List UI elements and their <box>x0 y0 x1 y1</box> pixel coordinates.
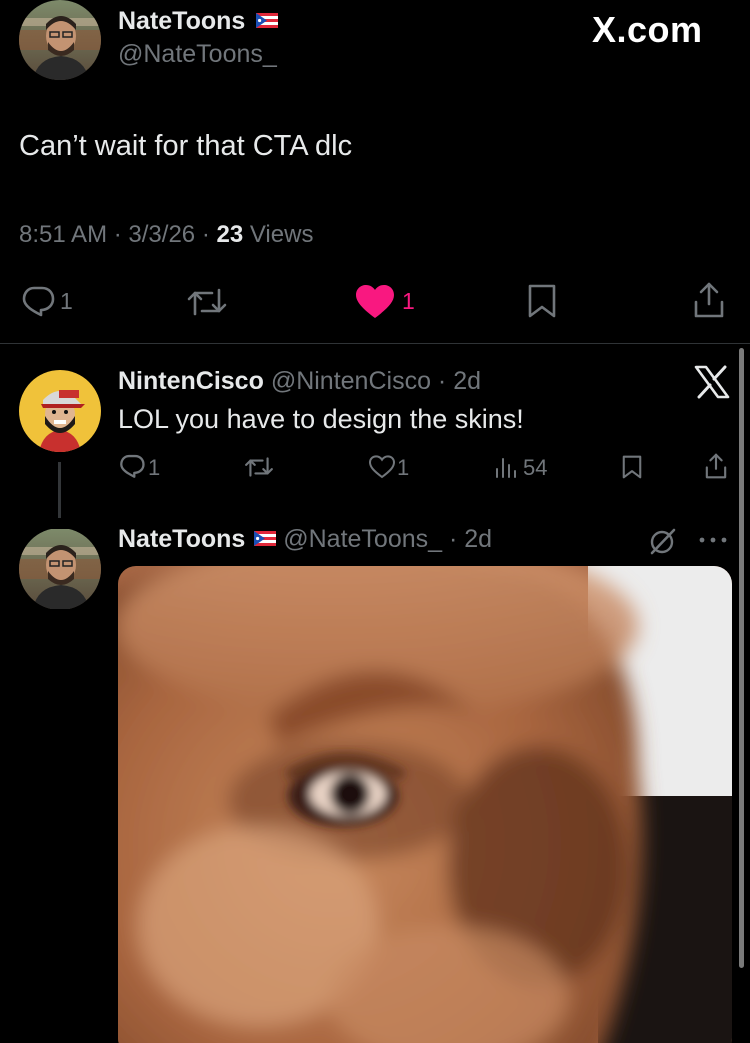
main-tweet-text: Can’t wait for that CTA dlc <box>19 130 353 162</box>
views-count: 23 <box>216 221 244 248</box>
retweet-icon <box>187 288 227 316</box>
scrollbar[interactable] <box>739 348 744 968</box>
bookmark-icon <box>622 455 642 479</box>
like-icon <box>368 455 396 479</box>
tweet-time[interactable]: 8:51 AM <box>19 221 107 248</box>
reply1-time[interactable]: 2d <box>453 367 481 395</box>
reply1-reply-button[interactable] <box>118 453 146 479</box>
reply-icon <box>120 454 145 478</box>
reply1-views-count: 54 <box>523 455 548 480</box>
main-author-handle[interactable]: @NateToons_ <box>118 39 277 69</box>
main-author-row: NateToons <box>118 6 279 36</box>
reply1-like-count: 1 <box>397 455 410 480</box>
reply2-media-image[interactable] <box>118 566 732 1043</box>
like-button[interactable] <box>354 284 396 320</box>
divider <box>0 343 750 344</box>
retweet-button[interactable] <box>186 285 228 319</box>
reply1-share-button[interactable] <box>704 451 728 481</box>
reply1-like-button[interactable] <box>368 455 396 479</box>
reply1-bookmark-button[interactable] <box>621 454 643 480</box>
reply1-reply-count: 1 <box>148 455 161 480</box>
share-icon <box>705 453 727 479</box>
reply-button[interactable] <box>20 284 56 318</box>
x-logo-icon <box>694 365 730 399</box>
grok-icon[interactable] <box>648 526 678 556</box>
views-icon <box>496 458 516 478</box>
reply1-author-name[interactable]: NintenCisco <box>118 367 264 395</box>
share-icon <box>694 282 724 318</box>
pr-flag-icon <box>256 12 279 28</box>
like-count: 1 <box>402 288 415 314</box>
tweet-date[interactable]: 3/3/26 <box>128 221 195 248</box>
reply1-handle[interactable]: @NintenCisco <box>271 367 431 395</box>
pr-flag-icon <box>254 530 277 546</box>
share-button[interactable] <box>692 280 726 320</box>
reply2-time[interactable]: 2d <box>464 525 492 553</box>
avatar-natetoons[interactable] <box>19 0 101 80</box>
reply1-retweet-button[interactable] <box>244 454 274 480</box>
reply2-header: NateToons @NateToons_ · 2d <box>118 525 493 553</box>
views-label[interactable]: Views <box>250 221 314 248</box>
reply2-handle[interactable]: @NateToons_ <box>283 525 442 553</box>
reply1-header: NintenCisco @NintenCisco · 2d <box>118 367 481 395</box>
reply2-author-name[interactable]: NateToons <box>118 525 245 553</box>
x-com-watermark: X.com <box>592 9 703 50</box>
reply1-views-button[interactable] <box>494 455 518 479</box>
more-icon[interactable] <box>697 532 729 548</box>
main-tweet-meta: 8:51 AM · 3/3/26 · 23 Views <box>19 221 314 248</box>
bookmark-button[interactable] <box>526 283 558 319</box>
bookmark-icon <box>528 284 556 318</box>
reply-count: 1 <box>60 288 73 314</box>
like-icon <box>356 285 394 318</box>
thread-line <box>58 462 61 518</box>
reply-icon <box>22 286 55 317</box>
reply1-text: LOL you have to design the skins! <box>118 404 524 434</box>
retweet-icon <box>245 457 273 477</box>
avatar-nintencisco[interactable] <box>19 370 101 452</box>
avatar-natetoons-reply[interactable] <box>19 528 101 610</box>
main-author-name[interactable]: NateToons <box>118 7 245 35</box>
